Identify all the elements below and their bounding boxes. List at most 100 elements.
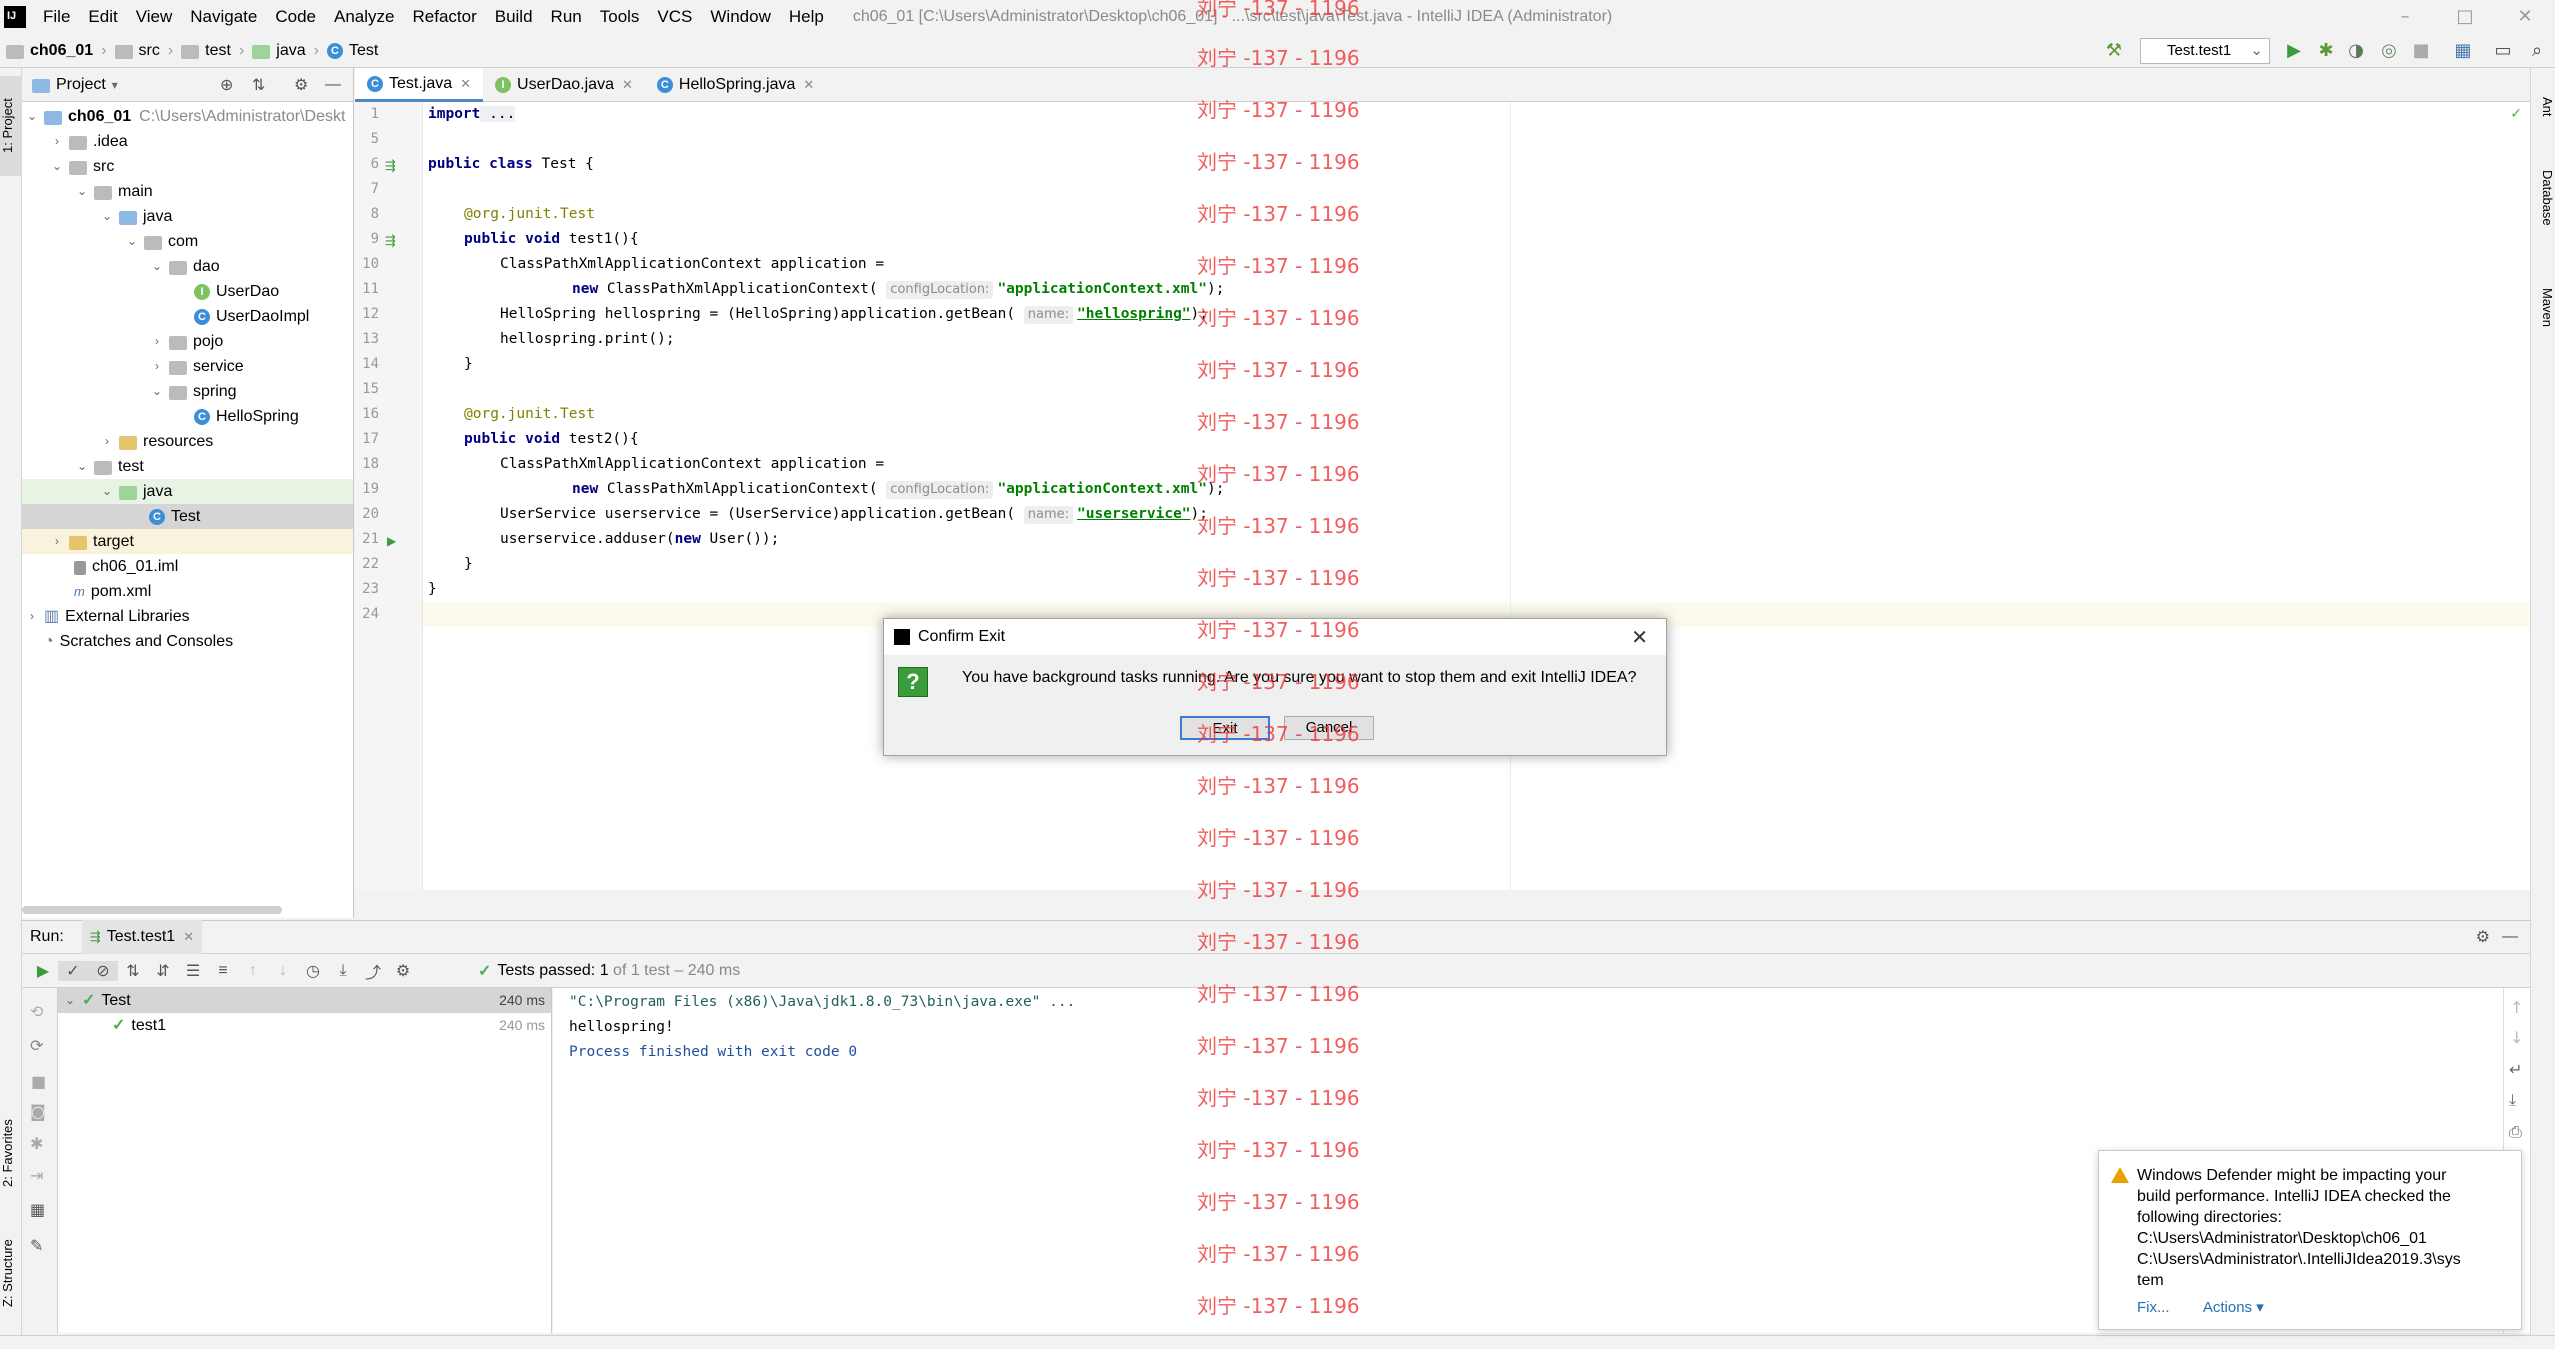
breadcrumb-java[interactable]: java <box>246 42 311 60</box>
dialog-close-icon[interactable]: ✕ <box>1631 625 1648 649</box>
maximize-button[interactable]: □ <box>2435 0 2495 34</box>
tree-item-dao[interactable]: ⌄ dao <box>22 254 353 279</box>
debug-icon[interactable]: ✱ <box>30 1134 43 1153</box>
gear-icon[interactable]: ⚙ <box>388 961 418 981</box>
arrow-down-icon[interactable]: ↓ <box>268 962 298 980</box>
collapse-all-icon[interactable]: ⇅ <box>252 75 265 95</box>
menu-edit[interactable]: Edit <box>79 0 126 34</box>
breadcrumb-class[interactable]: C Test <box>321 42 384 60</box>
coverage-icon[interactable]: ◑ <box>2345 40 2367 62</box>
breadcrumb-src[interactable]: src <box>109 42 166 60</box>
close-tab-icon[interactable]: ✕ <box>183 929 194 945</box>
menu-help[interactable]: Help <box>780 0 833 34</box>
locate-icon[interactable]: ⊕ <box>220 75 233 95</box>
menu-view[interactable]: View <box>127 0 182 34</box>
ant-tool-tab[interactable]: Ant <box>2533 82 2555 132</box>
menu-file[interactable]: File <box>34 0 79 34</box>
tree-item-service[interactable]: › service <box>22 354 353 379</box>
menu-build[interactable]: Build <box>486 0 542 34</box>
chevron-down-icon[interactable]: ▾ <box>112 78 118 92</box>
run-config-select[interactable]: Test.test1 ⌄ <box>2140 38 2270 64</box>
tree-item-test-java[interactable]: ⌄ java <box>22 479 353 504</box>
menu-vcs[interactable]: VCS <box>648 0 701 34</box>
tree-item-userdao[interactable]: I UserDao <box>22 279 353 304</box>
horizontal-scrollbar[interactable] <box>22 906 282 914</box>
menu-navigate[interactable]: Navigate <box>181 0 266 34</box>
tree-item-src[interactable]: ⌄ src <box>22 154 353 179</box>
tree-item-iml[interactable]: ch06_01.iml <box>22 554 353 579</box>
hide-panel-icon[interactable]: — <box>2502 928 2518 946</box>
show-ignored-icon[interactable]: ⊘ <box>88 960 118 981</box>
tree-item-external-libraries[interactable]: › ▥ External Libraries <box>22 604 353 629</box>
tree-item-userdaoimpl[interactable]: C UserDaoImpl <box>22 304 353 329</box>
tab-hellospring-java[interactable]: C HelloSpring.java ✕ <box>645 68 826 102</box>
arrow-up-icon[interactable]: ↑ <box>238 962 268 980</box>
menu-tools[interactable]: Tools <box>591 0 649 34</box>
run-test-gutter-icon[interactable]: ▶ <box>387 534 396 548</box>
build-hammer-icon[interactable]: ⚒ <box>2103 40 2125 62</box>
tree-item-pom[interactable]: m pom.xml <box>22 579 353 604</box>
profile-icon[interactable]: ◎ <box>2378 40 2400 62</box>
maven-tool-tab[interactable]: Maven <box>2533 268 2555 348</box>
tree-item-java[interactable]: ⌄ java <box>22 204 353 229</box>
layout-icon[interactable]: ▦ <box>30 1200 45 1219</box>
project-view-select[interactable]: Project <box>56 76 106 94</box>
scroll-to-end-icon[interactable]: ⤓ <box>2509 1090 2516 1110</box>
arrow-up-icon[interactable]: ↑ <box>2510 998 2523 1017</box>
tree-item-hellospring[interactable]: C HelloSpring <box>22 404 353 429</box>
camera-icon[interactable]: ◙ <box>30 1102 46 1121</box>
window-layout-icon[interactable]: ▭ <box>2492 40 2514 62</box>
collapse-all-icon[interactable]: ≡ <box>208 962 238 980</box>
exit-button[interactable]: Exit <box>1180 716 1270 740</box>
hide-panel-icon[interactable]: — <box>325 76 341 94</box>
close-tab-icon[interactable]: ✕ <box>803 77 814 93</box>
structure-tool-tab[interactable]: Z: Structure <box>0 1218 22 1328</box>
close-window-button[interactable]: ✕ <box>2495 0 2555 34</box>
menu-refactor[interactable]: Refactor <box>403 0 485 34</box>
import-tests-icon[interactable]: ⤓ <box>328 962 358 980</box>
tree-item-idea[interactable]: › .idea <box>22 129 353 154</box>
rerun-icon[interactable]: ▶ <box>28 961 58 981</box>
project-tool-tab[interactable]: 1: Project <box>0 76 22 176</box>
exit-icon[interactable]: ⇥ <box>30 1166 43 1185</box>
pin-icon[interactable]: ✎ <box>30 1236 43 1255</box>
export-icon[interactable]: ⤴ <box>358 959 388 983</box>
search-icon[interactable]: ⌕ <box>2526 40 2548 62</box>
tree-item-scratches[interactable]: ◔ Scratches and Consoles <box>22 629 353 654</box>
print-icon[interactable]: ⎙ <box>2509 1122 2522 1142</box>
gear-icon[interactable]: ⚙ <box>294 75 308 95</box>
show-passed-icon[interactable]: ✓ <box>58 960 88 981</box>
project-structure-icon[interactable]: ▦ <box>2452 40 2474 62</box>
arrow-down-icon[interactable]: ↓ <box>2510 1028 2523 1047</box>
minimize-button[interactable]: – <box>2375 0 2435 34</box>
test-row-test1[interactable]: ✓ test1 240 ms <box>58 1013 551 1038</box>
database-tool-tab[interactable]: Database <box>2533 148 2555 248</box>
tree-item-target[interactable]: › target <box>22 529 353 554</box>
rerun-failed-icon[interactable]: ⟲ <box>30 1002 43 1021</box>
expand-all-icon[interactable]: ☰ <box>178 961 208 981</box>
menu-window[interactable]: Window <box>701 0 779 34</box>
history-icon[interactable]: ◷ <box>298 961 328 981</box>
stop-icon[interactable]: ■ <box>31 1072 46 1091</box>
menu-run[interactable]: Run <box>542 0 591 34</box>
tree-item-test-class[interactable]: C Test <box>22 504 353 529</box>
tree-item-resources[interactable]: › resources <box>22 429 353 454</box>
toggle-auto-test-icon[interactable]: ⟳ <box>30 1036 43 1055</box>
run-icon[interactable]: ▶ <box>2283 40 2305 62</box>
tree-item-com[interactable]: ⌄ com <box>22 229 353 254</box>
favorites-tool-tab[interactable]: 2: Favorites <box>0 1098 22 1208</box>
sort-alpha-icon[interactable]: ⇅ <box>118 961 148 981</box>
inspection-ok-icon[interactable]: ✓ <box>2510 106 2522 122</box>
tree-item-ch06_01[interactable]: ⌄ ch06_01 C:\Users\Administrator\Deskt <box>22 104 353 129</box>
tree-item-spring[interactable]: ⌄ spring <box>22 379 353 404</box>
sort-duration-icon[interactable]: ⇵ <box>148 961 178 981</box>
tree-item-test[interactable]: ⌄ test <box>22 454 353 479</box>
tab-test-java[interactable]: C Test.java ✕ <box>355 68 484 102</box>
stop-icon[interactable]: ■ <box>2410 40 2432 62</box>
breadcrumb-project[interactable]: ch06_01 <box>0 42 99 60</box>
menu-analyze[interactable]: Analyze <box>325 0 403 34</box>
gear-icon[interactable]: ⚙ <box>2476 927 2490 947</box>
tab-userdao-java[interactable]: I UserDao.java ✕ <box>483 68 645 102</box>
fix-link[interactable]: Fix... <box>2137 1299 2170 1316</box>
debug-icon[interactable]: ✱ <box>2315 40 2337 62</box>
